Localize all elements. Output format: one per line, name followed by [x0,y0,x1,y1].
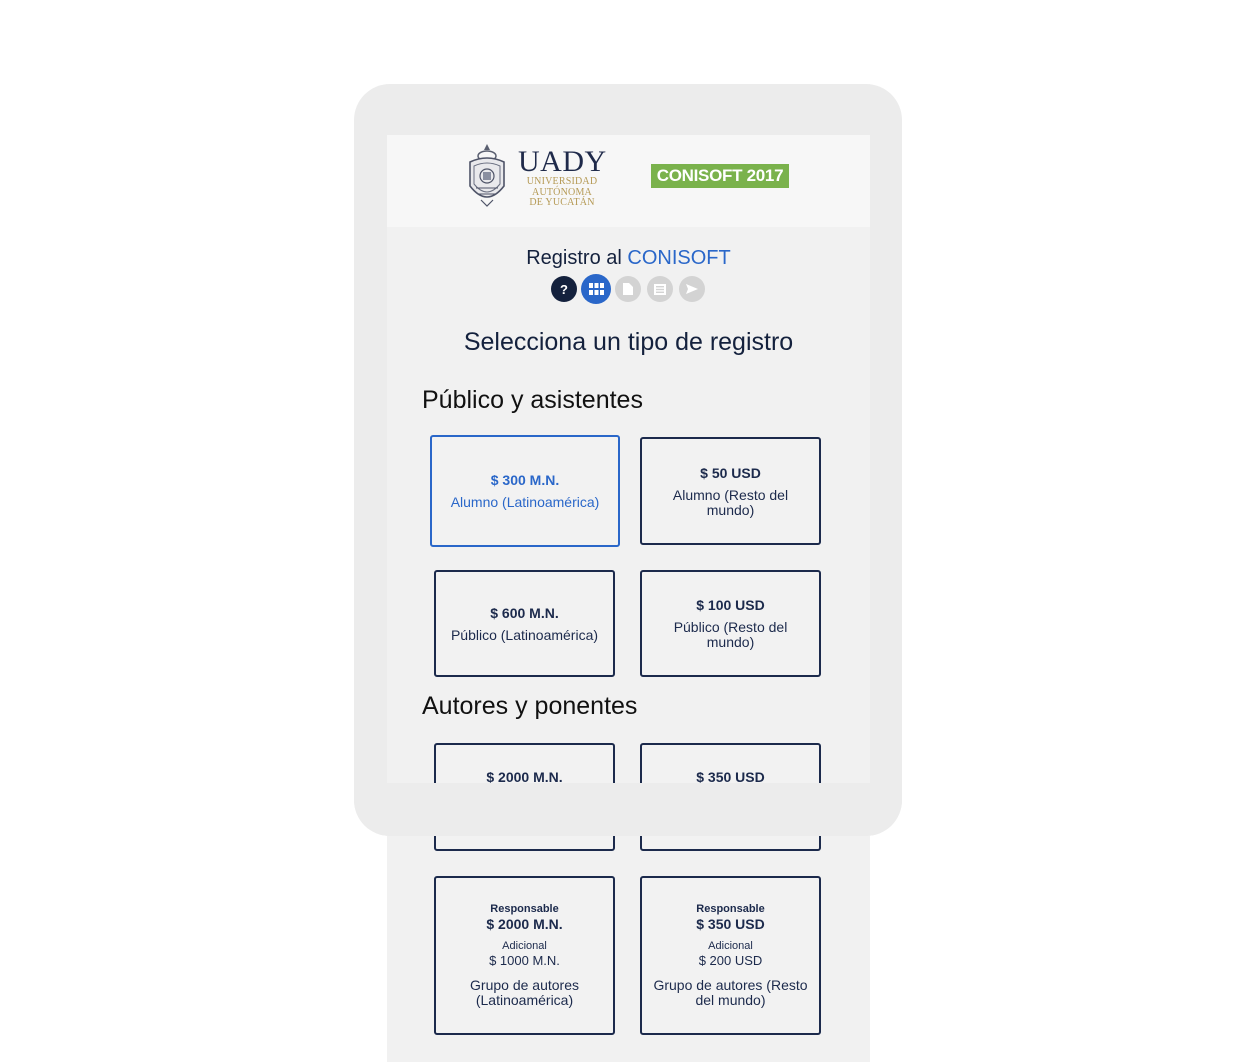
option-label: Público (Latinoamérica) [450,626,599,643]
document-glyph [623,283,633,295]
grid-icon[interactable] [581,274,611,304]
additional-label: Adicional [708,940,753,952]
registration-title: Registro al CONISOFT [387,247,870,270]
site-header: UADY UNIVERSIDAD AUTÓNOMA DE YUCATÁN CON… [387,135,870,227]
registration-page[interactable]: UADY UNIVERSIDAD AUTÓNOMA DE YUCATÁN CON… [387,135,870,1062]
option-label: Grupo de autores (Resto del mundo) [653,977,808,1008]
responsible-label: Responsable [696,903,765,915]
registration-option-card[interactable]: $ 50 USD Alumno (Resto del mundo) [640,437,821,545]
list-icon[interactable] [647,276,673,302]
registration-title-prefix: Registro al [526,247,622,269]
conisoft-badge: CONISOFT 2017 [651,164,789,188]
additional-label: Adicional [502,940,547,952]
university-subtitle-line: DE YUCATÁN [529,197,595,208]
grid-glyph [588,283,604,295]
registration-title-accent: CONISOFT [627,247,731,269]
document-icon[interactable] [615,276,641,302]
question-glyph: ? [560,281,568,297]
send-glyph [686,284,698,294]
university-subtitle: UNIVERSIDAD AUTÓNOMA DE YUCATÁN [521,176,603,209]
list-glyph [654,283,666,295]
option-price: $ 300 M.N. [490,472,560,488]
additional-price: $ 1000 M.N. [489,953,560,968]
university-seal-icon [469,144,505,207]
group-title-authors: Autores y ponentes [422,692,638,720]
responsible-price: $ 350 USD [696,916,765,932]
option-price: $ 50 USD [700,464,761,481]
option-label: Alumno (Resto del mundo) [672,486,789,518]
registration-option-card[interactable]: $ 100 USD Público (Resto del mundo) [640,570,821,677]
registration-option-card[interactable]: $ 300 M.N. Alumno (Latinoamérica) [430,435,620,547]
responsible-label: Responsable [490,903,559,915]
section-title: Selecciona un tipo de registro [463,328,794,356]
option-price: $ 600 M.N. [490,604,559,621]
group-title-public: Público y asistentes [422,386,643,414]
question-icon[interactable]: ? [551,276,577,302]
send-icon[interactable] [679,276,705,302]
screenshot-stage: UADY UNIVERSIDAD AUTÓNOMA DE YUCATÁN CON… [0,0,1256,1062]
university-subtitle-line: UNIVERSIDAD [526,176,598,187]
step-indicator: ? [551,274,711,306]
option-label: Alumno (Latinoamérica) [450,494,600,510]
additional-price: $ 200 USD [698,953,763,968]
university-name: UADY [518,145,607,178]
registration-option-card[interactable]: $ 600 M.N. Público (Latinoamérica) [434,570,615,677]
responsible-price: $ 2000 M.N. [486,916,563,932]
option-label: Grupo de autores (Latinoamérica) [470,977,579,1008]
tablet-frame-bottom-bezel [354,783,902,836]
option-label: Público (Resto del mundo) [673,619,788,650]
registration-option-card[interactable]: Responsable $ 2000 M.N. Adicional $ 1000… [434,876,615,1035]
option-price: $ 100 USD [696,597,765,613]
registration-option-card[interactable]: Responsable $ 350 USD Adicional $ 200 US… [640,876,821,1035]
